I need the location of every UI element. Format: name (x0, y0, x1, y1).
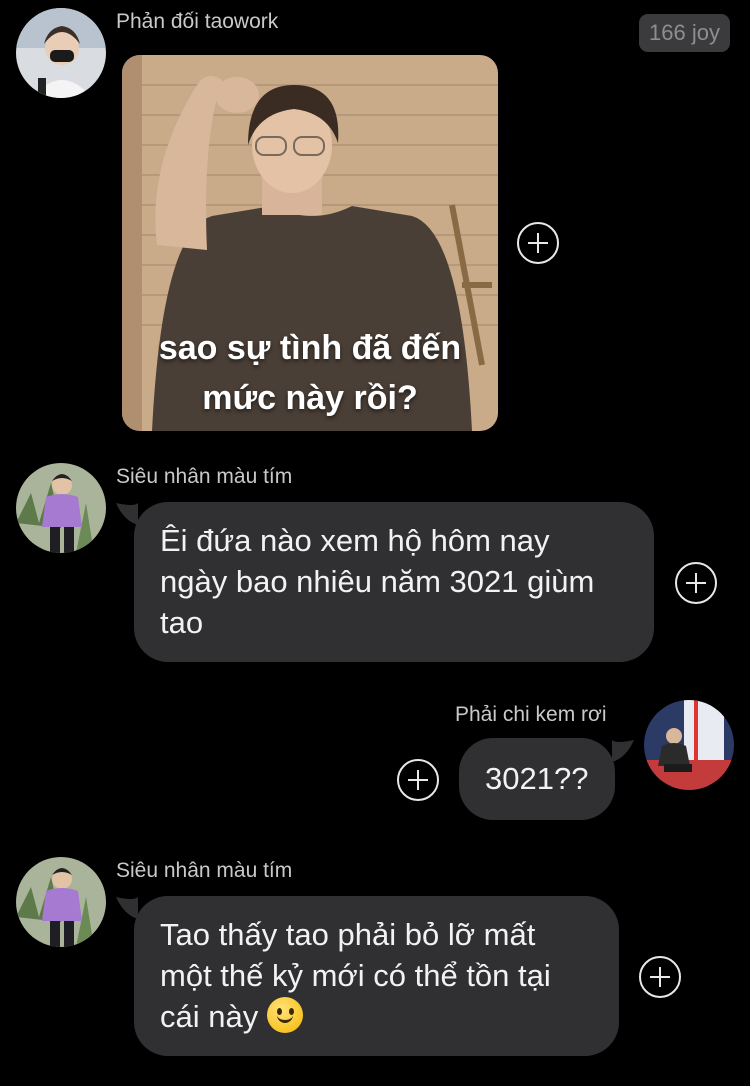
slightly-smiling-face-icon (266, 997, 303, 1033)
message-line: một thế kỷ mới có thể tồn tại (160, 958, 551, 993)
plus-circle-icon[interactable] (517, 222, 559, 264)
plus-circle-icon[interactable] (639, 956, 681, 998)
message-bubble[interactable]: Tao thấy tao phải bỏ lỡ mất một thế kỷ m… (134, 896, 619, 1056)
meme-image[interactable]: sao sự tình đã đến mức này rồi? (122, 55, 498, 431)
avatar-sieu-nhan-mau-tim[interactable] (16, 857, 106, 947)
joy-count-badge: 166 joy (639, 14, 730, 52)
bubble-tail (116, 897, 138, 919)
sender-name: Phải chi kem rơi (455, 703, 607, 726)
message-line: 3021?? (485, 761, 589, 796)
avatar-phan-doi-taowork[interactable] (16, 8, 106, 98)
bubble-tail (116, 503, 138, 525)
avatar-image (16, 857, 106, 947)
avatar-image (644, 700, 734, 790)
message-line: ngày bao nhiêu năm 3021 giùm (160, 564, 595, 599)
message-line: Tao thấy tao phải bỏ lỡ mất (160, 917, 536, 952)
sender-name: Siêu nhân màu tím (116, 859, 293, 882)
bubble-tail (612, 740, 634, 762)
message-line: Êi đứa nào xem hộ hôm nay (160, 523, 550, 558)
meme-caption-line-1: sao sự tình đã đến (158, 329, 462, 367)
message-bubble[interactable]: Êi đứa nào xem hộ hôm nay ngày bao nhiêu… (134, 502, 654, 662)
message-bubble[interactable]: 3021?? (459, 738, 615, 820)
avatar-image (16, 8, 106, 98)
sender-name: Phản đối taowork (116, 10, 279, 33)
message-text: cái này (160, 999, 259, 1034)
plus-circle-icon[interactable] (675, 562, 717, 604)
message-line: cái này (160, 996, 619, 1037)
message-line: tao (160, 605, 204, 640)
avatar-sieu-nhan-mau-tim[interactable] (16, 463, 106, 553)
plus-circle-icon[interactable] (397, 759, 439, 801)
avatar-image (16, 463, 106, 553)
meme-caption-line-2: mức này rồi? (202, 379, 418, 417)
sender-name: Siêu nhân màu tím (116, 465, 293, 488)
avatar-phai-chi-kem-roi[interactable] (644, 700, 734, 790)
